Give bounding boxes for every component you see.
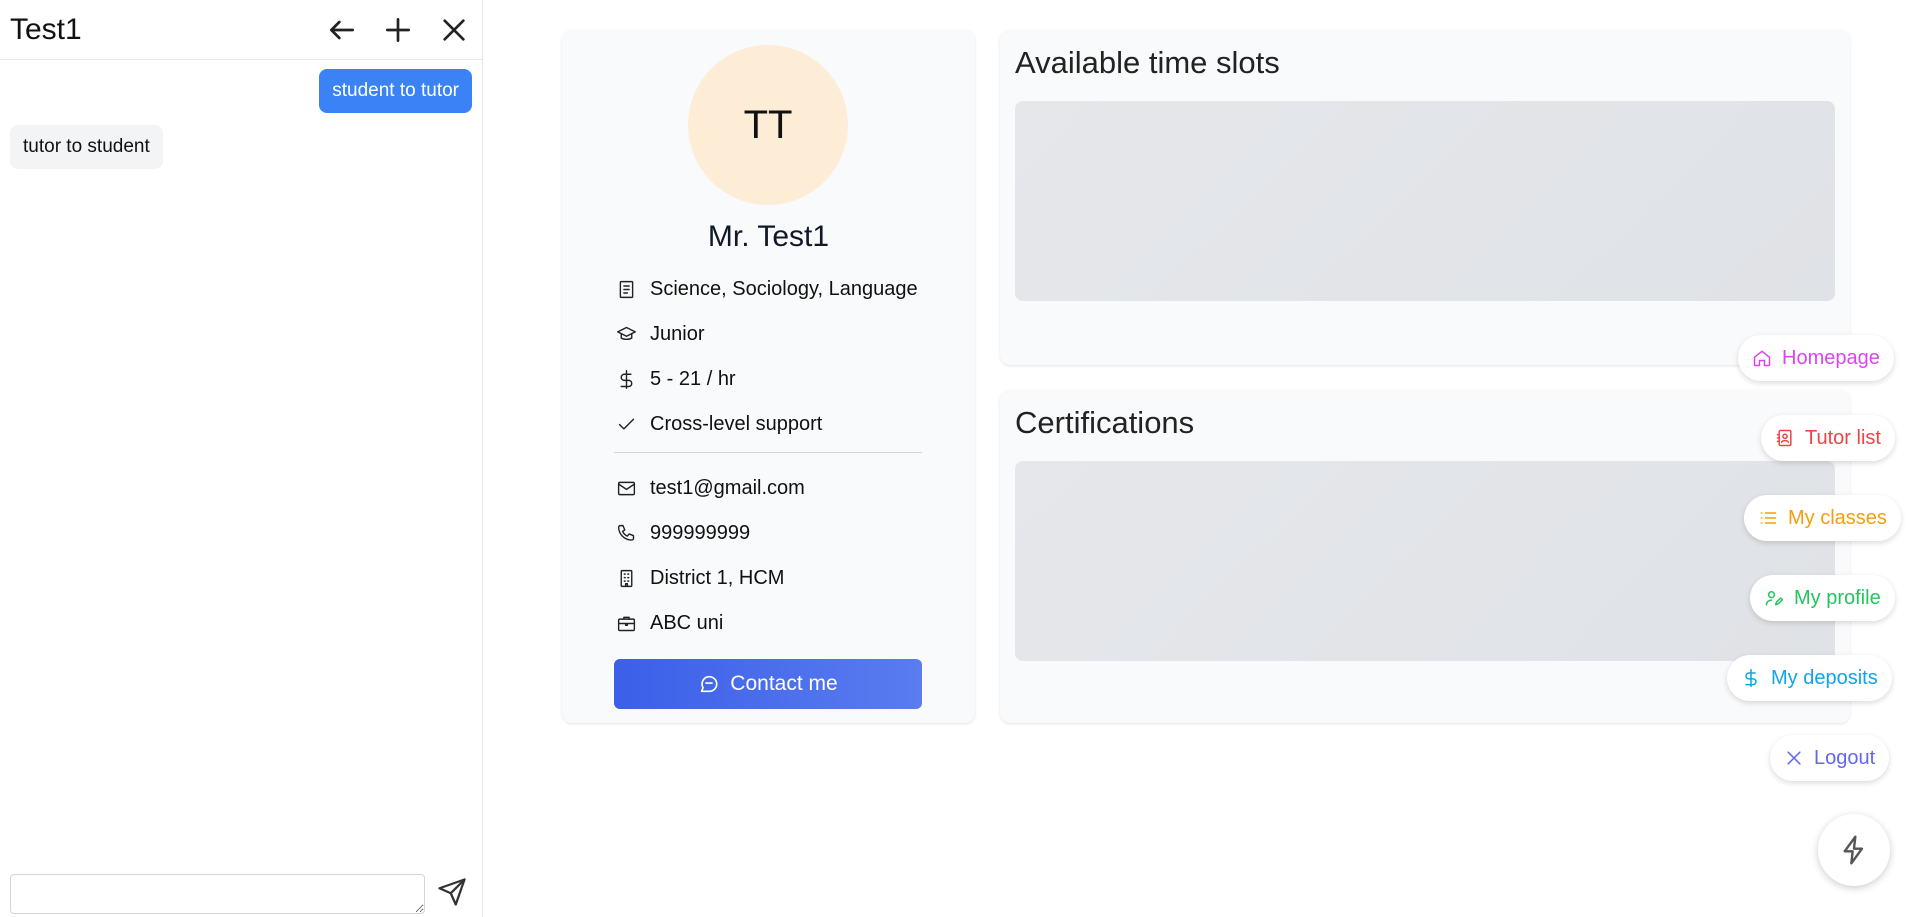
subjects-row: Science, Sociology, Language <box>614 277 934 301</box>
menu-item-my-deposits[interactable]: My deposits <box>1727 655 1892 701</box>
phone-row: 999999999 <box>614 521 934 545</box>
feature-row: Cross-level support <box>614 412 934 436</box>
contact-me-label: Contact me <box>730 672 838 695</box>
divider <box>614 452 922 453</box>
menu-item-logout[interactable]: Logout <box>1770 735 1890 781</box>
user-edit-icon <box>1765 591 1784 606</box>
profile-card: TT Mr. Test1 Science, Sociology, Languag… <box>562 30 975 723</box>
certifications-card: Certifications <box>1000 390 1850 723</box>
message-incoming: tutor to student <box>10 125 163 169</box>
email-text: test1@gmail.com <box>650 476 805 499</box>
menu-item-label: My profile <box>1794 586 1881 609</box>
message-input[interactable] <box>10 874 425 914</box>
menu-item-label: Tutor list <box>1805 426 1881 449</box>
menu-item-homepage[interactable]: Homepage <box>1738 335 1894 381</box>
subjects-text: Science, Sociology, Language <box>650 277 918 300</box>
menu-item-my-classes[interactable]: My classes <box>1744 495 1901 541</box>
level-text: Junior <box>650 322 705 345</box>
menu-toggle-button[interactable] <box>1818 814 1890 886</box>
school-row: ABC uni <box>614 611 934 635</box>
book-icon <box>614 277 638 301</box>
lightning-icon <box>1843 835 1864 865</box>
close-chat-button[interactable] <box>436 12 472 48</box>
time-slots-card: Available time slots <box>1000 30 1850 365</box>
price-text: 5 - 21 / hr <box>650 367 736 390</box>
building-icon <box>614 566 638 590</box>
email-row: test1@gmail.com <box>614 476 934 500</box>
menu-item-label: My classes <box>1788 506 1887 529</box>
certifications-placeholder <box>1015 461 1835 661</box>
graduation-cap-icon <box>614 322 638 346</box>
check-icon <box>614 412 638 436</box>
plus-icon <box>386 17 410 42</box>
message-outgoing: student to tutor <box>319 69 472 113</box>
certifications-title: Certifications <box>1015 405 1195 440</box>
phone-text: 999999999 <box>650 521 751 544</box>
home-icon <box>1753 350 1771 367</box>
send-icon <box>438 878 466 906</box>
contact-me-button[interactable]: Contact me <box>614 659 922 709</box>
chat-header: Test1 <box>0 0 482 60</box>
close-icon <box>1787 751 1801 765</box>
phone-icon <box>614 521 638 545</box>
list-icon <box>1760 512 1777 524</box>
back-button[interactable] <box>324 12 360 48</box>
level-row: Junior <box>614 322 934 346</box>
message-list: student to tutor tutor to student <box>0 60 482 837</box>
chat-actions <box>324 12 472 48</box>
new-chat-button[interactable] <box>380 12 416 48</box>
chat-bubble-icon <box>701 675 718 693</box>
menu-item-label: Homepage <box>1782 346 1880 369</box>
profile-name: Mr. Test1 <box>707 220 830 253</box>
feature-text: Cross-level support <box>650 412 823 435</box>
address-row: District 1, HCM <box>614 566 934 590</box>
price-row: 5 - 21 / hr <box>614 367 934 391</box>
mail-icon <box>614 476 638 500</box>
address-text: District 1, HCM <box>650 566 785 589</box>
send-button[interactable] <box>437 877 469 909</box>
school-text: ABC uni <box>650 611 724 634</box>
time-slots-placeholder <box>1015 101 1835 301</box>
dollar-icon <box>614 367 638 391</box>
chat-panel: Test1 student to tutor tutor to student <box>0 0 483 917</box>
menu-item-label: Logout <box>1814 746 1876 769</box>
time-slots-title: Available time slots <box>1015 45 1280 80</box>
arrow-left-icon <box>330 20 354 39</box>
contact-book-icon <box>1776 429 1792 447</box>
briefcase-icon <box>614 611 638 635</box>
menu-item-label: My deposits <box>1771 666 1878 689</box>
avatar: TT <box>688 45 848 205</box>
menu-item-my-profile[interactable]: My profile <box>1750 575 1895 621</box>
chat-title: Test1 <box>10 12 82 46</box>
close-icon <box>443 18 465 41</box>
dollar-icon <box>1745 668 1757 688</box>
menu-item-tutor-list[interactable]: Tutor list <box>1761 415 1895 461</box>
